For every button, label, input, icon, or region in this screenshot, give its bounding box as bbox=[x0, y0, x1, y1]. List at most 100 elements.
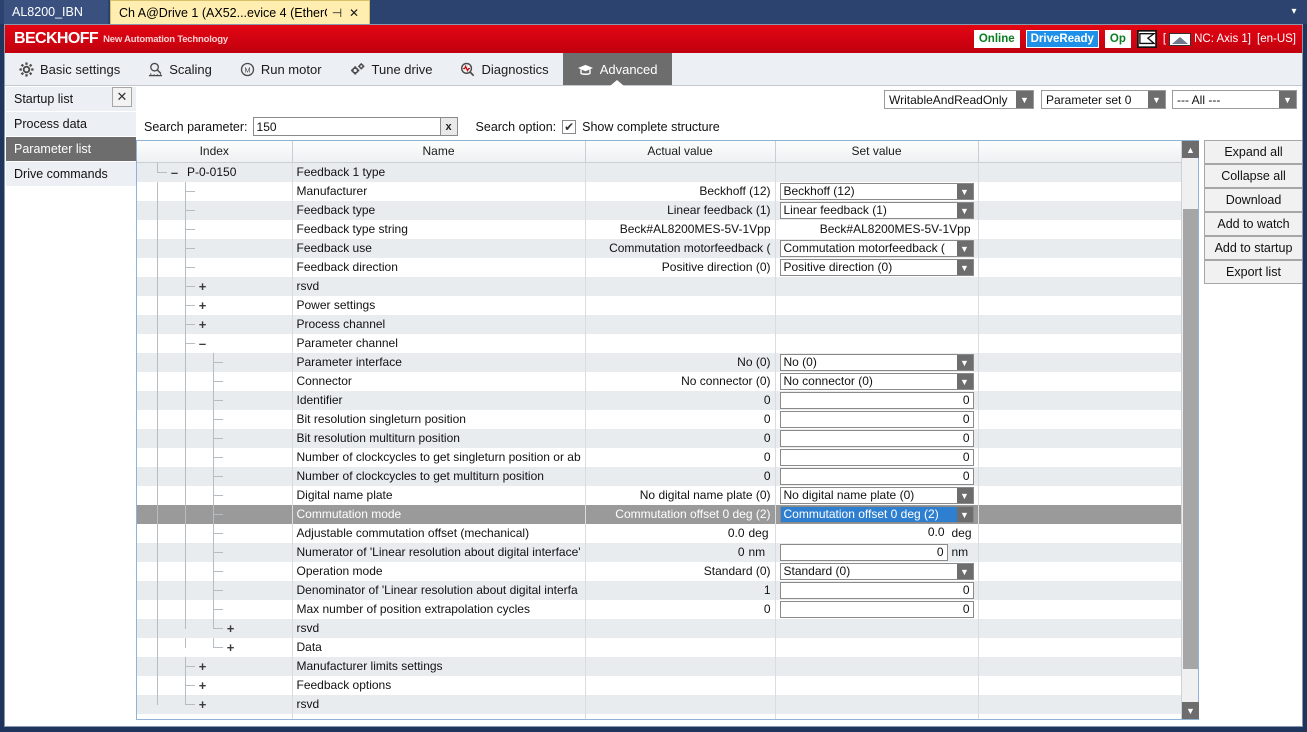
table-row[interactable]: Manufacturer Beckhoff (12) Beckhoff (12) ▼ bbox=[137, 181, 1181, 201]
set-value-dropdown[interactable]: Standard (0) ▼ bbox=[779, 563, 974, 580]
collapse-all-button[interactable]: Collapse all bbox=[1204, 164, 1302, 188]
expand-node-icon[interactable]: + bbox=[197, 698, 208, 711]
show-complete-structure-checkbox[interactable]: ✔ bbox=[562, 119, 577, 134]
table-row[interactable]: Numerator of 'Linear resolution about di… bbox=[137, 542, 1181, 562]
expand-node-icon[interactable]: + bbox=[197, 299, 208, 312]
collapse-node-icon[interactable]: – bbox=[197, 337, 208, 350]
access-filter-dropdown[interactable]: WritableAndReadOnly ▼ bbox=[884, 90, 1034, 109]
table-row[interactable]: + Manufacturer limits settings bbox=[137, 656, 1181, 676]
table-row[interactable]: Denominator of 'Linear resolution about … bbox=[137, 580, 1181, 600]
column-header-name[interactable]: Name bbox=[292, 141, 586, 163]
table-row[interactable]: + Feedback options bbox=[137, 675, 1181, 695]
vertical-scrollbar[interactable]: ▲ ▼ bbox=[1181, 141, 1199, 719]
set-value-dropdown[interactable]: Linear feedback (1) ▼ bbox=[779, 202, 974, 219]
document-tab-drive[interactable]: Ch A@Drive 1 (AX52...evice 4 (EtherCAT) … bbox=[110, 0, 370, 24]
cell-set-value[interactable]: 0 bbox=[775, 428, 979, 448]
cell-set-value[interactable]: Positive direction (0) ▼ bbox=[775, 257, 979, 277]
cell-set-value[interactable]: Standard (0) ▼ bbox=[775, 561, 979, 581]
table-row[interactable]: Max number of position extrapolation cyc… bbox=[137, 599, 1181, 619]
add-to-startup-button[interactable]: Add to startup bbox=[1204, 236, 1302, 260]
tab-advanced[interactable]: Advanced bbox=[562, 53, 672, 85]
set-value-dropdown[interactable]: Beckhoff (12) ▼ bbox=[779, 183, 974, 200]
chevron-down-icon[interactable]: ▼ bbox=[956, 374, 973, 389]
table-row[interactable]: – Parameter channel bbox=[137, 333, 1181, 353]
set-value-dropdown[interactable]: Positive direction (0) ▼ bbox=[779, 259, 974, 276]
set-value-input[interactable]: 0 bbox=[779, 392, 974, 409]
chevron-up-icon[interactable]: ▲ bbox=[1182, 141, 1199, 158]
table-row[interactable]: Bit resolution singleturn position 0 0 bbox=[137, 409, 1181, 429]
column-header-set-value[interactable]: Set value bbox=[775, 141, 979, 163]
table-row[interactable]: + Power settings bbox=[137, 295, 1181, 315]
cell-set-value[interactable]: 0 nm bbox=[775, 542, 979, 562]
chevron-down-icon[interactable]: ▼ bbox=[956, 184, 973, 199]
table-row[interactable]: Number of clockcycles to get singleturn … bbox=[137, 447, 1181, 467]
chevron-down-icon[interactable]: ▼ bbox=[1182, 702, 1199, 719]
set-value-input[interactable]: 0 bbox=[779, 601, 974, 618]
chevron-down-icon[interactable]: ▼ bbox=[956, 564, 973, 579]
set-value-dropdown[interactable]: No digital name plate (0) ▼ bbox=[779, 487, 974, 504]
cell-set-value[interactable]: No (0) ▼ bbox=[775, 352, 979, 372]
cell-set-value[interactable]: 0.0 deg bbox=[775, 523, 979, 543]
column-header-actual-value[interactable]: Actual value bbox=[585, 141, 776, 163]
table-row[interactable]: Adjustable commutation offset (mechanica… bbox=[137, 523, 1181, 543]
clear-search-icon[interactable]: x bbox=[439, 118, 457, 135]
tab-scaling[interactable]: Scaling bbox=[134, 53, 226, 85]
set-value-dropdown[interactable]: No (0) ▼ bbox=[779, 354, 974, 371]
cell-set-value[interactable]: 0 bbox=[775, 409, 979, 429]
cell-set-value[interactable]: 0 bbox=[775, 466, 979, 486]
document-tab-al8200[interactable]: AL8200_IBN bbox=[4, 0, 108, 24]
table-row[interactable]: Parameter interface No (0) No (0) ▼ bbox=[137, 352, 1181, 372]
cell-set-value[interactable]: 0 bbox=[775, 599, 979, 619]
expand-node-icon[interactable]: + bbox=[197, 660, 208, 673]
table-row[interactable]: Commutation mode Commutation offset 0 deg… bbox=[137, 504, 1181, 524]
scrollbar-thumb[interactable] bbox=[1183, 209, 1198, 669]
tab-basic-settings[interactable]: Basic settings bbox=[5, 53, 134, 85]
table-row[interactable]: + Data bbox=[137, 637, 1181, 657]
chevron-down-icon[interactable]: ▼ bbox=[956, 260, 973, 275]
table-row[interactable]: – P-0-0150 Feedback 1 type bbox=[137, 162, 1181, 182]
column-header-index[interactable]: Index bbox=[137, 141, 293, 163]
cell-set-value[interactable]: 0 bbox=[775, 580, 979, 600]
expand-node-icon[interactable]: + bbox=[197, 679, 208, 692]
cell-set-value[interactable]: Beckhoff (12) ▼ bbox=[775, 181, 979, 201]
set-value-dropdown[interactable]: Commutation offset 0 deg (2) ▼ bbox=[779, 506, 974, 523]
add-to-watch-button[interactable]: Add to watch bbox=[1204, 212, 1302, 236]
close-icon[interactable]: ✕ bbox=[112, 87, 132, 107]
table-row[interactable]: Feedback type string Beck#AL8200MES-5V-1V… bbox=[137, 219, 1181, 239]
set-value-input[interactable]: 0 bbox=[779, 449, 974, 466]
table-row[interactable]: Feedback direction Positive direction (0)… bbox=[137, 257, 1181, 277]
tab-tune-drive[interactable]: Tune drive bbox=[336, 53, 447, 85]
set-value-input[interactable]: 0 bbox=[779, 411, 974, 428]
sidebar-item-parameter-list[interactable]: Parameter list bbox=[5, 137, 136, 162]
tab-diagnostics[interactable]: Diagnostics bbox=[446, 53, 562, 85]
table-row[interactable]: Feedback type Linear feedback (1) Linear f… bbox=[137, 200, 1181, 220]
set-value-dropdown[interactable]: No connector (0) ▼ bbox=[779, 373, 974, 390]
table-row[interactable]: + rsvd bbox=[137, 694, 1181, 714]
set-value-input[interactable]: 0 bbox=[779, 582, 974, 599]
close-icon[interactable]: ✕ bbox=[347, 5, 361, 21]
sidebar-item-drive-commands[interactable]: Drive commands bbox=[5, 162, 136, 187]
cell-set-value[interactable]: Beck#AL8200MES-5V-1Vpp bbox=[775, 219, 979, 239]
chevron-down-icon[interactable]: ▼ bbox=[956, 203, 973, 218]
cell-set-value[interactable]: Linear feedback (1) ▼ bbox=[775, 200, 979, 220]
cell-set-value[interactable]: 0 bbox=[775, 390, 979, 410]
table-row[interactable]: Bit resolution multiturn position 0 0 bbox=[137, 428, 1181, 448]
table-row[interactable]: + rsvd bbox=[137, 618, 1181, 638]
column-header-extra[interactable] bbox=[978, 141, 1181, 163]
cell-set-value[interactable]: Commutation motorfeedback (▼ bbox=[775, 238, 979, 258]
set-value-input[interactable]: 0 bbox=[779, 468, 974, 485]
parameter-set-dropdown[interactable]: Parameter set 0 ▼ bbox=[1041, 90, 1166, 109]
tab-run-motor[interactable]: M Run motor bbox=[226, 53, 336, 85]
table-row[interactable]: + rsvd bbox=[137, 276, 1181, 296]
chevron-down-icon[interactable]: ▼ bbox=[956, 241, 973, 256]
chevron-down-icon[interactable]: ▼ bbox=[956, 355, 973, 370]
chevron-down-icon[interactable]: ▾ bbox=[1287, 4, 1301, 18]
table-row[interactable]: Identifier 0 0 bbox=[137, 390, 1181, 410]
collapse-node-icon[interactable]: – bbox=[169, 166, 180, 179]
cell-set-value[interactable]: 0 bbox=[775, 447, 979, 467]
table-row[interactable]: Connector No connector (0) No connector (0… bbox=[137, 371, 1181, 391]
table-row[interactable]: Feedback use Commutation motorfeedback (C… bbox=[137, 238, 1181, 258]
table-row[interactable]: Operation mode Standard (0) Standard (0) ▼ bbox=[137, 561, 1181, 581]
expand-all-button[interactable]: Expand all bbox=[1204, 140, 1302, 164]
cell-set-value[interactable]: Commutation offset 0 deg (2) ▼ bbox=[775, 504, 979, 524]
